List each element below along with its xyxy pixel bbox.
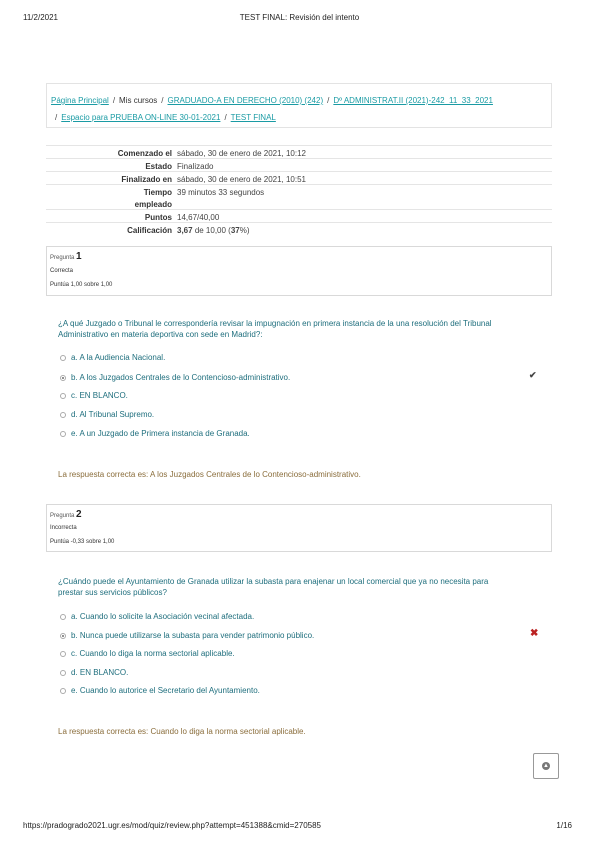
question-2-text: ¿Cuándo puede el Ayuntamiento de Granada… xyxy=(58,577,489,597)
question-2-option-d[interactable]: d. EN BLANCO. xyxy=(60,668,128,677)
radio-button[interactable] xyxy=(60,670,66,676)
radio-button[interactable] xyxy=(60,651,66,657)
summary-key: Finalizado en xyxy=(121,175,172,184)
breadcrumb-line-2: / Espacio para PRUEBA ON-LINE 30-01-2021/… xyxy=(51,113,276,122)
question-2-option-e[interactable]: e. Cuando lo autorice el Secretario del … xyxy=(60,686,260,695)
radio-button[interactable] xyxy=(60,393,66,399)
radio-button[interactable] xyxy=(60,688,66,694)
question-state: Incorrecta xyxy=(50,525,77,531)
radio-button[interactable] xyxy=(60,431,66,437)
scroll-to-top-button[interactable]: ▲ xyxy=(533,753,559,779)
radio-button-selected[interactable] xyxy=(60,375,66,381)
grade-percent: 37 xyxy=(230,226,240,235)
question-1-option-e[interactable]: e. A un Juzgado de Primera instancia de … xyxy=(60,429,250,438)
summary-value: 39 minutos 33 segundos xyxy=(177,188,265,197)
summary-key: Comenzado el xyxy=(117,149,172,158)
question-1-info: Pregunta 1 Correcta Puntúa 1,00 sobre 1,… xyxy=(46,246,552,296)
summary-value: sábado, 30 de enero de 2021, 10:12 xyxy=(177,149,306,158)
breadcrumb-separator: / xyxy=(161,96,164,105)
question-1-text: ¿A qué Juzgado o Tribunal le corresponde… xyxy=(58,319,492,339)
option-label: b. Nunca puede utilizarse la subasta par… xyxy=(71,631,315,640)
print-title: TEST FINAL: Revisión del intento xyxy=(239,13,360,22)
option-label: a. Cuando lo solicite la Asociación veci… xyxy=(71,612,255,621)
question-1-option-a[interactable]: a. A la Audiencia Nacional. xyxy=(60,353,165,362)
grade-score: 3,67 xyxy=(177,226,193,235)
summary-row-time-taken: Tiempo empleado 39 minutos 33 segundos xyxy=(46,184,552,211)
question-grade: Puntúa 1,00 sobre 1,00 xyxy=(50,282,113,288)
option-label: d. Al Tribunal Supremo. xyxy=(71,410,155,419)
breadcrumb-separator: / xyxy=(55,113,58,122)
breadcrumb: Página Principal / Mis cursos / GRADUADO-A E… xyxy=(46,83,552,128)
summary-value: Finalizado xyxy=(177,162,214,171)
option-label: e. A un Juzgado de Primera instancia de … xyxy=(71,429,250,438)
question-grade: Puntúa -0,33 sobre 1,00 xyxy=(50,539,115,545)
grade-mid: de 10,00 ( xyxy=(194,226,231,235)
summary-key: Puntos xyxy=(144,213,172,222)
breadcrumb-separator: / xyxy=(224,113,227,122)
question-2-option-c[interactable]: c. Cuando lo diga la norma sectorial apl… xyxy=(60,649,235,658)
question-1-option-b[interactable]: b. A los Juzgados Centrales de lo Conten… xyxy=(60,373,290,382)
question-2-feedback: La respuesta correcta es: Cuando lo diga… xyxy=(58,727,306,736)
summary-value: 14,67/40,00 xyxy=(177,213,220,222)
option-label: b. A los Juzgados Centrales de lo Conten… xyxy=(71,373,291,382)
radio-button[interactable] xyxy=(60,412,66,418)
question-state: Correcta xyxy=(50,268,74,274)
summary-key: Estado xyxy=(145,162,172,171)
cross-icon: ✖ xyxy=(530,628,539,639)
option-label: d. EN BLANCO. xyxy=(71,668,129,677)
summary-grade-value: 3,67 de 10,00 (37%) xyxy=(177,226,250,235)
print-url: https://pradogrado2021.ugr.es/mod/quiz/r… xyxy=(23,821,321,830)
option-label: c. Cuando lo diga la norma sectorial apl… xyxy=(71,649,235,658)
option-label: e. Cuando lo autorice el Secretario del … xyxy=(71,686,260,695)
question-number: Pregunta 1 xyxy=(50,251,82,262)
question-label: Pregunta xyxy=(50,255,75,261)
breadcrumb-separator: / xyxy=(112,96,116,105)
question-2-info: Pregunta 2 Incorrecta Puntúa -0,33 sobre… xyxy=(46,504,552,552)
question-number-value: 1 xyxy=(76,251,82,262)
question-1-option-d[interactable]: d. Al Tribunal Supremo. xyxy=(60,410,154,419)
summary-key: Calificación xyxy=(127,226,172,235)
breadcrumb-degree-link[interactable]: GRADUADO-A EN DERECHO (2010) (242) xyxy=(168,96,324,105)
question-1-feedback: La respuesta correcta es: A los Juzgados… xyxy=(58,470,361,479)
breadcrumb-course-link[interactable]: Dº ADMINISTRAT.II (2021)-242_11_33_2021 xyxy=(333,96,493,105)
breadcrumb-home-link[interactable]: Página Principal xyxy=(51,96,109,105)
question-number-value: 2 xyxy=(76,509,82,520)
print-page-number: 1/16 xyxy=(556,821,572,830)
option-label: c. EN BLANCO. xyxy=(71,391,128,400)
breadcrumb-line-1: Página Principal / Mis cursos / GRADUADO-A E… xyxy=(51,96,493,105)
breadcrumb-quiz-link[interactable]: TEST FINAL xyxy=(231,113,276,122)
question-number: Pregunta 2 xyxy=(50,509,82,520)
radio-button[interactable] xyxy=(60,614,66,620)
breadcrumb-separator: / xyxy=(327,96,330,105)
question-2-option-b[interactable]: b. Nunca puede utilizarse la subasta par… xyxy=(60,631,314,640)
summary-key: Tiempo xyxy=(143,188,172,197)
summary-row-grade: Calificación 3,67 de 10,00 (37%) xyxy=(46,222,552,237)
question-2-option-a[interactable]: a. Cuando lo solicite la Asociación veci… xyxy=(60,612,254,621)
arrow-up-icon: ▲ xyxy=(542,762,550,770)
grade-end: %) xyxy=(239,226,250,235)
radio-button-selected[interactable] xyxy=(60,633,66,639)
question-label: Pregunta xyxy=(50,513,75,519)
summary-key-line-2: empleado xyxy=(134,200,172,209)
option-label: a. A la Audiencia Nacional. xyxy=(71,353,166,362)
breadcrumb-my-courses: Mis cursos xyxy=(119,96,158,105)
breadcrumb-section-link[interactable]: Espacio para PRUEBA ON-LINE 30-01-2021 xyxy=(61,113,220,122)
radio-button[interactable] xyxy=(60,355,66,361)
question-1-option-c[interactable]: c. EN BLANCO. xyxy=(60,391,128,400)
summary-value: sábado, 30 de enero de 2021, 10:51 xyxy=(177,175,306,184)
check-icon: ✔ xyxy=(529,370,537,380)
